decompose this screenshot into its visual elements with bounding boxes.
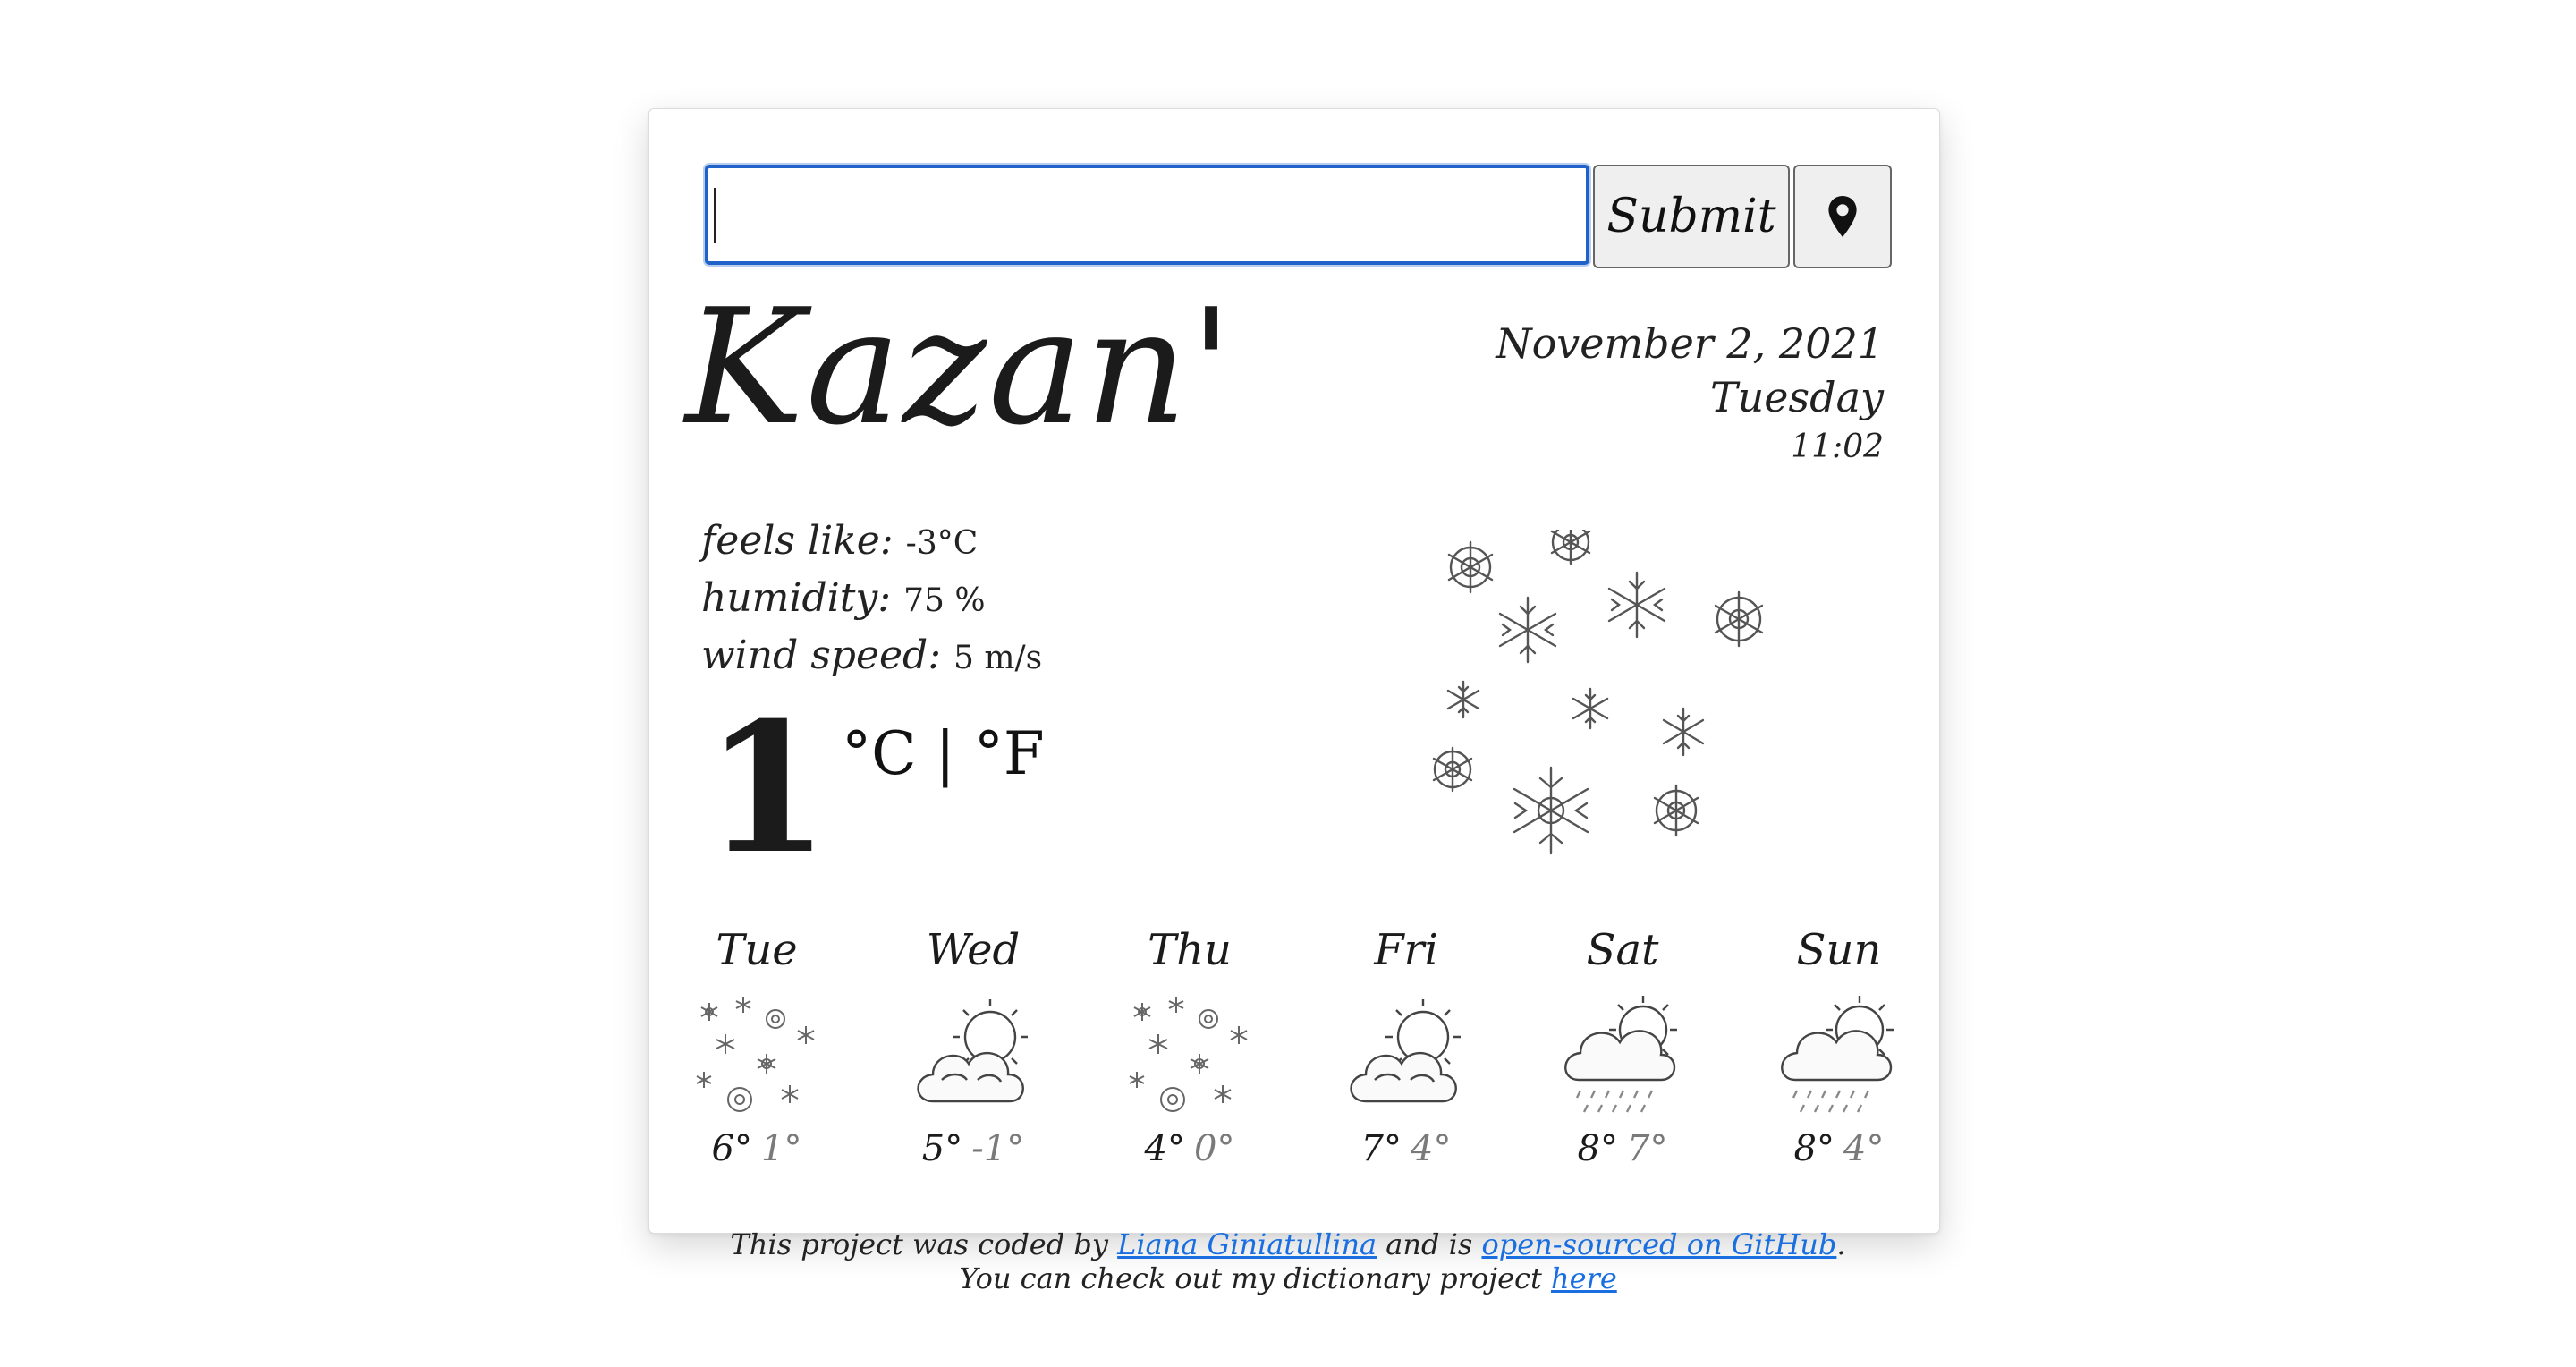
forecast-temps: 8° 7° bbox=[1578, 1128, 1668, 1169]
footer-text: You can check out my dictionary project bbox=[959, 1261, 1542, 1295]
forecast-temps: 8° 4° bbox=[1794, 1128, 1885, 1169]
city-search-input[interactable] bbox=[705, 165, 1589, 265]
forecast-max-temp: 5° bbox=[921, 1128, 963, 1169]
snowflake-11 bbox=[1653, 784, 1699, 837]
snowflake-5 bbox=[1714, 590, 1764, 648]
forecast-temps: 7° 4° bbox=[1361, 1128, 1452, 1169]
rain-sun-icon bbox=[1781, 996, 1894, 1113]
fahrenheit-link[interactable]: °F bbox=[974, 719, 1045, 788]
snowflake-1 bbox=[1447, 540, 1494, 594]
unit-toggle: °C | °F bbox=[842, 719, 1045, 788]
current-weekday: Tuesday bbox=[1710, 373, 1884, 421]
forecast-row: Tue 6° 1° Wed 5° -1° Thu 4° 0° Fri 7° 4°… bbox=[685, 919, 1911, 1169]
search-input-wrapper bbox=[705, 165, 1589, 268]
forecast-day-name: Tue bbox=[716, 925, 798, 975]
forecast-min-temp: -1° bbox=[971, 1128, 1025, 1169]
text-caret bbox=[714, 188, 716, 243]
forecast-temps: 5° -1° bbox=[922, 1128, 1024, 1169]
forecast-max-temp: 8° bbox=[1577, 1128, 1618, 1169]
map-pin-icon bbox=[1828, 196, 1857, 237]
footer-line-1: This project was coded by Liana Giniatul… bbox=[0, 1227, 2576, 1261]
footer-text: This project was coded by bbox=[730, 1227, 1108, 1261]
submit-button[interactable]: Submit bbox=[1593, 165, 1790, 268]
snow-icon bbox=[696, 997, 815, 1112]
snowflake-7 bbox=[1572, 687, 1609, 730]
forecast-day: Sat 8° 7° bbox=[1551, 919, 1694, 1169]
weather-details: feels like: -3°C humidity: 75 % wind spe… bbox=[701, 514, 1042, 685]
dictionary-project-link[interactable]: here bbox=[1551, 1261, 1617, 1295]
forecast-max-temp: 7° bbox=[1360, 1128, 1402, 1169]
author-link[interactable]: Liana Giniatullina bbox=[1117, 1227, 1377, 1261]
footer-line-2: You can check out my dictionary project … bbox=[0, 1261, 2576, 1295]
snowflake-8 bbox=[1662, 707, 1705, 757]
forecast-max-temp: 4° bbox=[1144, 1128, 1185, 1169]
partly-cloudy-icon bbox=[1350, 999, 1461, 1103]
feels-like-value: -3°C bbox=[905, 525, 979, 562]
snowflake-10 bbox=[1513, 766, 1589, 855]
current-date: November 2, 2021 bbox=[1496, 319, 1884, 368]
humidity-row: humidity: 75 % bbox=[701, 571, 1042, 628]
feels-like-label: feels like: bbox=[701, 518, 894, 564]
humidity-label: humidity: bbox=[701, 575, 892, 621]
forecast-day-name: Sun bbox=[1796, 925, 1882, 975]
humidity-value: 75 % bbox=[903, 582, 986, 619]
wind-speed-row: wind speed: 5 m/s bbox=[701, 628, 1042, 685]
forecast-day: Thu 4° 0° bbox=[1118, 919, 1261, 1169]
snowflake-2 bbox=[1550, 530, 1591, 565]
forecast-min-temp: 4° bbox=[1843, 1128, 1885, 1169]
snowflake-6 bbox=[1446, 680, 1480, 719]
github-link[interactable]: open-sourced on GitHub bbox=[1481, 1227, 1836, 1261]
page: Submit Kazan' November 2, 2021 Tuesday 1… bbox=[0, 0, 2576, 1367]
weather-card: Submit Kazan' November 2, 2021 Tuesday 1… bbox=[648, 108, 1940, 1234]
feels-like-row: feels like: -3°C bbox=[701, 514, 1042, 571]
forecast-day: Sun 8° 4° bbox=[1767, 919, 1911, 1169]
snow-icon bbox=[1129, 997, 1248, 1112]
rain-sun-icon bbox=[1564, 996, 1677, 1113]
footer-text: and is bbox=[1385, 1227, 1473, 1261]
unit-separator: | bbox=[935, 719, 955, 788]
forecast-day: Wed 5° -1° bbox=[902, 919, 1045, 1169]
forecast-min-temp: 4° bbox=[1411, 1128, 1452, 1169]
snowflake-4 bbox=[1607, 571, 1666, 639]
page-footer: This project was coded by Liana Giniatul… bbox=[0, 1227, 2576, 1295]
current-temperature: 1 °C | °F bbox=[705, 700, 1045, 879]
forecast-day-name: Thu bbox=[1148, 925, 1232, 975]
celsius-link[interactable]: °C bbox=[842, 719, 917, 788]
footer-text: . bbox=[1836, 1227, 1846, 1261]
forecast-min-temp: 7° bbox=[1627, 1128, 1668, 1169]
forecast-day: Fri 7° 4° bbox=[1335, 919, 1478, 1169]
wind-speed-value: 5 m/s bbox=[953, 640, 1043, 676]
forecast-min-temp: 1° bbox=[761, 1128, 802, 1169]
forecast-day: Tue 6° 1° bbox=[685, 919, 828, 1169]
search-form: Submit bbox=[705, 165, 1892, 268]
city-name: Kazan' bbox=[685, 275, 1235, 460]
forecast-day-name: Fri bbox=[1374, 925, 1438, 975]
forecast-max-temp: 6° bbox=[711, 1128, 752, 1169]
forecast-min-temp: 0° bbox=[1194, 1128, 1235, 1169]
current-location-button[interactable] bbox=[1793, 165, 1892, 268]
forecast-temps: 4° 0° bbox=[1145, 1128, 1235, 1169]
date-time: November 2, 2021 Tuesday 11:02 bbox=[1496, 317, 1884, 471]
forecast-day-name: Wed bbox=[926, 925, 1021, 975]
forecast-temps: 6° 1° bbox=[712, 1128, 802, 1169]
snowflakes-icon bbox=[1432, 530, 1764, 855]
forecast-max-temp: 8° bbox=[1793, 1128, 1835, 1169]
snowflake-3 bbox=[1498, 596, 1557, 664]
wind-speed-label: wind speed: bbox=[701, 633, 942, 678]
snowflake-9 bbox=[1432, 746, 1473, 793]
forecast-day-name: Sat bbox=[1586, 925, 1659, 975]
partly-cloudy-icon bbox=[917, 999, 1028, 1103]
temperature-value: 1 bbox=[705, 684, 830, 894]
current-time: 11:02 bbox=[1791, 429, 1884, 465]
